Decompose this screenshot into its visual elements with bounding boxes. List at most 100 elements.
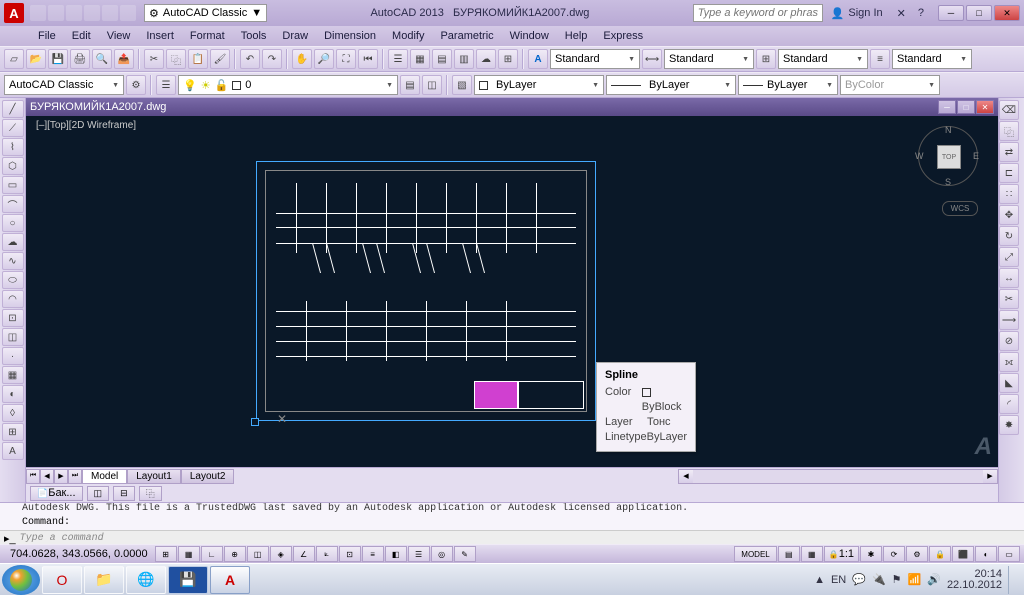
close-button[interactable]: ✕ <box>994 5 1020 21</box>
task-explorer[interactable]: 📁 <box>84 566 124 594</box>
coordinates[interactable]: 704.0628, 343.0566, 0.0000 <box>4 548 154 560</box>
qat-open[interactable] <box>48 5 64 21</box>
hardware-accel[interactable]: ⬛ <box>952 546 974 562</box>
footer-button[interactable]: 📄 Бак... <box>30 486 83 501</box>
task-totalcmd[interactable]: 💾 <box>168 566 208 594</box>
isolate-objects[interactable]: ◐ <box>975 546 997 562</box>
lwt-toggle[interactable]: ≡ <box>362 546 384 562</box>
doc-minimize[interactable]: ─ <box>938 100 956 114</box>
tablestyle-icon[interactable]: ⊞ <box>756 49 776 69</box>
dimstyle-icon[interactable]: ⟷ <box>642 49 662 69</box>
redo-icon[interactable]: ↷ <box>262 49 282 69</box>
gradient-icon[interactable]: ◐ <box>2 385 24 403</box>
quickview-drawings[interactable]: ▦ <box>801 546 823 562</box>
qat-undo[interactable] <box>84 5 100 21</box>
menu-window[interactable]: Window <box>502 30 557 42</box>
lineweight-dropdown[interactable]: ByLayer▼ <box>738 75 838 95</box>
join-icon[interactable]: ⟗ <box>999 352 1019 372</box>
point-icon[interactable]: · <box>2 347 24 365</box>
tpy-toggle[interactable]: ◧ <box>385 546 407 562</box>
visual-style-label[interactable]: [–][Top][2D Wireframe] <box>36 120 136 131</box>
linetype-dropdown[interactable]: ByLayer▼ <box>606 75 736 95</box>
rotate-icon[interactable]: ↻ <box>999 226 1019 246</box>
explode-icon[interactable]: ✸ <box>999 415 1019 435</box>
table-icon[interactable]: ⊞ <box>2 423 24 441</box>
circle-icon[interactable]: ○ <box>2 214 24 232</box>
maximize-button[interactable]: □ <box>966 5 992 21</box>
save-icon[interactable]: 💾 <box>48 49 68 69</box>
clean-screen[interactable]: ▭ <box>998 546 1020 562</box>
cut-icon[interactable]: ✂ <box>144 49 164 69</box>
xline-icon[interactable]: ⟋ <box>2 119 24 137</box>
menu-file[interactable]: File <box>30 30 64 42</box>
spline-icon[interactable]: ∿ <box>2 252 24 270</box>
menu-draw[interactable]: Draw <box>274 30 316 42</box>
move-icon[interactable]: ✥ <box>999 205 1019 225</box>
dimstyle-dropdown[interactable]: Standard▼ <box>664 49 754 69</box>
mtext-icon[interactable]: A <box>2 442 24 460</box>
layer-dropdown[interactable]: 💡 ☀ 🔓 0▼ <box>178 75 398 95</box>
viewcube-s[interactable]: S <box>945 177 951 187</box>
layer-states-icon[interactable]: ▤ <box>400 75 420 95</box>
viewcube-n[interactable]: N <box>945 125 952 135</box>
qat-save[interactable] <box>66 5 82 21</box>
pline-icon[interactable]: ⌇ <box>2 138 24 156</box>
tab-first[interactable]: ⏮ <box>26 469 40 484</box>
copy-icon[interactable]: ⿻ <box>166 49 186 69</box>
viewcube-e[interactable]: E <box>973 151 979 161</box>
selection-grip[interactable] <box>251 418 259 426</box>
rect-icon[interactable]: ▭ <box>2 176 24 194</box>
textstyle-dropdown[interactable]: Standard▼ <box>550 49 640 69</box>
clock[interactable]: 20:14 22.10.2012 <box>947 569 1002 591</box>
scale-icon[interactable]: ⤢ <box>999 247 1019 267</box>
tray-lang[interactable]: EN <box>831 574 846 586</box>
snap-toggle[interactable]: ⊞ <box>155 546 177 562</box>
workspace-dropdown[interactable]: ⚙ AutoCAD Classic ▼ <box>144 4 267 22</box>
extend-icon[interactable]: ⟶ <box>999 310 1019 330</box>
layer-iso-icon[interactable]: ◫ <box>422 75 442 95</box>
command-input[interactable]: Type a command <box>20 533 104 544</box>
menu-tools[interactable]: Tools <box>233 30 275 42</box>
tray-up-icon[interactable]: ▲ <box>814 574 825 586</box>
dyn-toggle[interactable]: ⊡ <box>339 546 361 562</box>
anno-auto-toggle[interactable]: ⟳ <box>883 546 905 562</box>
doc-maximize[interactable]: □ <box>957 100 975 114</box>
viewcube-w[interactable]: W <box>915 151 924 161</box>
open-icon[interactable]: 📂 <box>26 49 46 69</box>
block-icon[interactable]: ◫ <box>2 328 24 346</box>
layerprops-icon[interactable]: ☰ <box>156 75 176 95</box>
qat-plot[interactable] <box>120 5 136 21</box>
calc-icon[interactable]: ⊞ <box>498 49 518 69</box>
color-icon[interactable]: ▧ <box>452 75 472 95</box>
drawing-canvas[interactable]: [–][Top][2D Wireframe] TOP N S E W WCS <box>26 116 998 467</box>
ortho-toggle[interactable]: ∟ <box>201 546 223 562</box>
menu-format[interactable]: Format <box>182 30 233 42</box>
erase-icon[interactable]: ⌫ <box>999 100 1019 120</box>
tab-model[interactable]: Model <box>82 469 127 484</box>
mlstyle-icon[interactable]: ≡ <box>870 49 890 69</box>
task-opera[interactable]: O <box>42 566 82 594</box>
array-icon[interactable]: ∷ <box>999 184 1019 204</box>
model-space-toggle[interactable]: MODEL <box>734 546 776 562</box>
task-autocad[interactable]: A <box>210 566 250 594</box>
polygon-icon[interactable]: ⬡ <box>2 157 24 175</box>
stretch-icon[interactable]: ↔ <box>999 268 1019 288</box>
menu-modify[interactable]: Modify <box>384 30 432 42</box>
tab-last[interactable]: ⏭ <box>68 469 82 484</box>
undo-icon[interactable]: ↶ <box>240 49 260 69</box>
menu-edit[interactable]: Edit <box>64 30 99 42</box>
markup-icon[interactable]: ☁ <box>476 49 496 69</box>
cascade-icon[interactable]: ⿻ <box>139 486 162 501</box>
menu-dimension[interactable]: Dimension <box>316 30 384 42</box>
horizontal-scrollbar[interactable]: ◀ ▶ <box>678 469 998 484</box>
plot-icon[interactable]: 🖨 <box>70 49 90 69</box>
zoom-rt-icon[interactable]: 🔎 <box>314 49 334 69</box>
offset-icon[interactable]: ⊏ <box>999 163 1019 183</box>
show-desktop[interactable] <box>1008 566 1016 594</box>
qat-new[interactable] <box>30 5 46 21</box>
wcs-label[interactable]: WCS <box>942 201 978 216</box>
fillet-icon[interactable]: ◜ <box>999 394 1019 414</box>
ellipse-icon[interactable]: ⬭ <box>2 271 24 289</box>
hatch-icon[interactable]: ▦ <box>2 366 24 384</box>
tp-icon[interactable]: ▤ <box>432 49 452 69</box>
